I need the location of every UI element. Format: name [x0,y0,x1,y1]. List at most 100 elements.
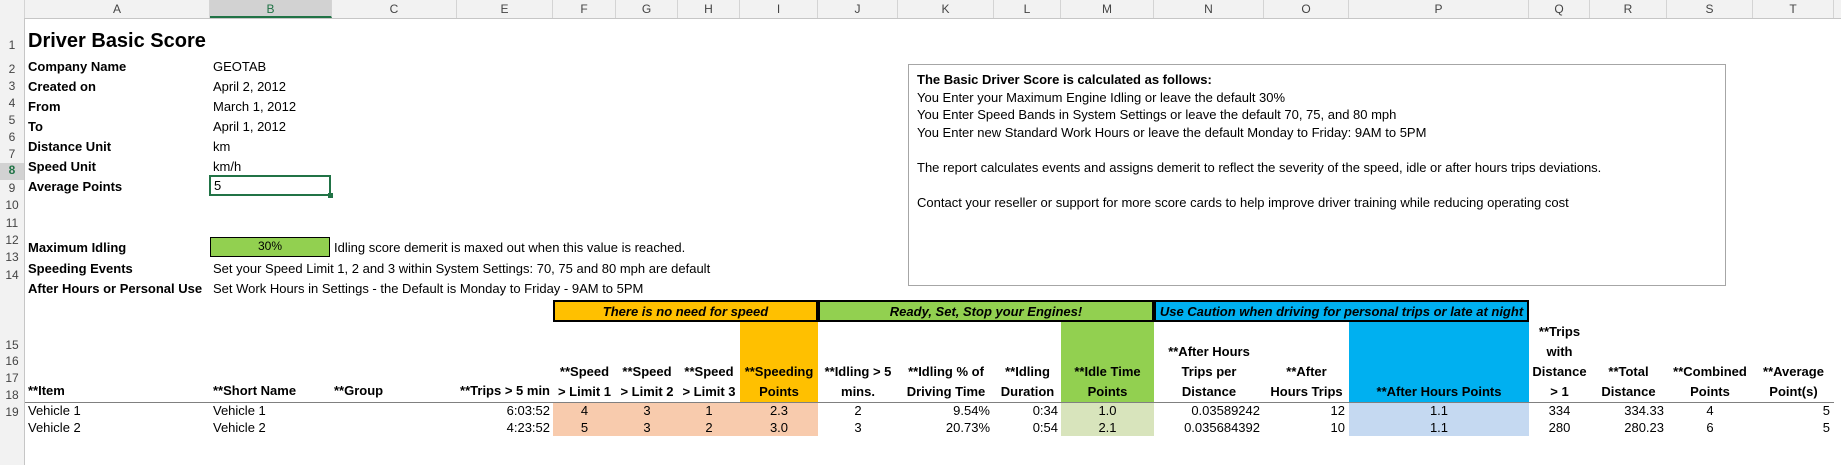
row-header[interactable]: 5 [0,113,24,127]
row-header[interactable]: 19 [0,405,24,419]
cell-total-distance[interactable]: 334.33 [1590,403,1664,418]
row-header[interactable]: 16 [0,354,24,368]
row-header[interactable]: 12 [0,233,24,247]
row-header[interactable]: 3 [0,79,24,93]
cell-idling-duration[interactable]: 0:34 [994,403,1058,418]
cell-average-points[interactable]: 5 [1753,403,1830,418]
meta-label: From [28,99,61,114]
cell-idling-pct[interactable]: 20.73% [898,420,990,435]
row-header[interactable]: 9 [0,181,24,195]
cell-trips-with-distance[interactable]: 280 [1529,420,1590,435]
row-header[interactable]: 13 [0,250,24,264]
column-header-m[interactable]: M [1061,0,1154,18]
cell-trips-5min[interactable]: 6:03:52 [457,403,550,418]
column-header-g[interactable]: G [616,0,678,18]
cell-total-distance[interactable]: 280.23 [1590,420,1664,435]
meta-value[interactable]: March 1, 2012 [213,99,296,114]
fill-handle[interactable] [328,193,333,198]
column-header-t[interactable]: T [1753,0,1834,18]
cell-after-hours-distance[interactable]: 0.035684392 [1154,420,1260,435]
select-all-corner[interactable] [0,0,25,18]
cell-after-hours-trips[interactable]: 12 [1264,403,1345,418]
header-line: > Limit 3 [682,384,736,399]
row-header[interactable]: 2 [0,62,24,76]
cell-idle-time-points[interactable]: 2.1 [1061,420,1154,435]
cell-idling-5min[interactable]: 3 [818,420,898,435]
column-header-c[interactable]: C [332,0,457,18]
column-header-a[interactable]: A [25,0,210,18]
cell-item[interactable]: Vehicle 1 [28,403,81,418]
cell-short-name[interactable]: Vehicle 1 [213,403,266,418]
cell-after-hours-trips[interactable]: 10 [1264,420,1345,435]
column-header-q[interactable]: Q [1529,0,1590,18]
meta-value[interactable]: April 2, 2012 [213,79,286,94]
row-header[interactable]: 4 [0,96,24,110]
column-header-p[interactable]: P [1349,0,1529,18]
cell-speeding-points[interactable]: 2.3 [740,403,818,418]
cell-combined-points[interactable]: 4 [1667,403,1753,418]
row-header[interactable]: 7 [0,147,24,161]
header-line: Distance [1181,384,1237,399]
row-header[interactable]: 10 [0,198,24,212]
meta-value[interactable]: km/h [213,159,241,174]
column-header-k[interactable]: K [898,0,994,18]
cell-average-points[interactable]: 5 [1753,420,1830,435]
cell-trips-5min[interactable]: 4:23:52 [457,420,550,435]
column-header-bar: A B C E F G H I J K L M N O P Q R S T [0,0,1841,19]
column-header-o[interactable]: O [1264,0,1349,18]
row-header[interactable]: 18 [0,388,24,402]
cell-after-hours-points[interactable]: 1.1 [1349,403,1529,418]
header-speed-limit-2: **Speed > Limit 2 [616,362,678,402]
row-header[interactable]: 15 [0,338,24,352]
info-textbox[interactable]: The Basic Driver Score is calculated as … [908,64,1726,286]
cell-speed-limit-1[interactable]: 4 [553,403,616,418]
cell-idling-5min[interactable]: 2 [818,403,898,418]
row-header[interactable]: 1 [0,38,24,52]
cell-short-name[interactable]: Vehicle 2 [213,420,266,435]
row-header[interactable]: 11 [0,216,24,230]
header-line: **Speeding [744,364,814,379]
row-header[interactable]: 17 [0,371,24,385]
column-header-b[interactable]: B [210,0,332,18]
max-idling-value[interactable]: 30% [210,237,330,257]
cell-after-hours-distance[interactable]: 0.03589242 [1154,403,1260,418]
cell-speed-limit-3[interactable]: 2 [678,420,740,435]
cell-speed-limit-2[interactable]: 3 [616,403,678,418]
setting-label: After Hours or Personal Use [28,281,203,296]
cell-trips-with-distance[interactable]: 334 [1529,403,1590,418]
column-header-e[interactable]: E [457,0,553,18]
cell-speeding-points[interactable]: 3.0 [740,420,818,435]
column-header-r[interactable]: R [1590,0,1667,18]
cell-idling-duration[interactable]: 0:54 [994,420,1058,435]
cell-idle-time-points[interactable]: 1.0 [1061,403,1154,418]
column-header-h[interactable]: H [678,0,740,18]
column-header-l[interactable]: L [994,0,1061,18]
meta-value[interactable]: GEOTAB [213,59,266,74]
column-header-s[interactable]: S [1667,0,1753,18]
info-heading: The Basic Driver Score is calculated as … [917,72,1212,87]
column-header-j[interactable]: J [818,0,898,18]
cell-after-hours-points[interactable]: 1.1 [1349,420,1529,435]
cell-combined-points[interactable]: 6 [1667,420,1753,435]
header-line: **Speed [559,364,610,379]
column-header-n[interactable]: N [1154,0,1264,18]
cell-speed-limit-2[interactable]: 3 [616,420,678,435]
row-header[interactable]: 14 [0,268,24,282]
meta-label: Distance Unit [28,139,112,154]
cell-item[interactable]: Vehicle 2 [28,420,81,435]
meta-value[interactable]: km [213,139,230,154]
meta-value[interactable]: April 1, 2012 [213,119,286,134]
cell-speed-limit-3[interactable]: 1 [678,403,740,418]
cell-idling-pct[interactable]: 9.54% [898,403,990,418]
meta-label: Company Name [28,59,127,74]
row-header[interactable]: 6 [0,130,24,144]
active-cell-b8[interactable]: 5 [209,175,333,198]
column-header-f[interactable]: F [553,0,616,18]
column-header-i[interactable]: I [740,0,818,18]
header-line: **Trips [1538,324,1581,339]
header-short-name: **Short Name [213,383,297,398]
speed-banner: There is no need for speed [553,300,818,322]
cell-speed-limit-1[interactable]: 5 [553,420,616,435]
header-after-hours-distance: **After Hours Trips per Distance [1154,342,1264,402]
row-header-selected[interactable]: 8 [0,163,24,180]
